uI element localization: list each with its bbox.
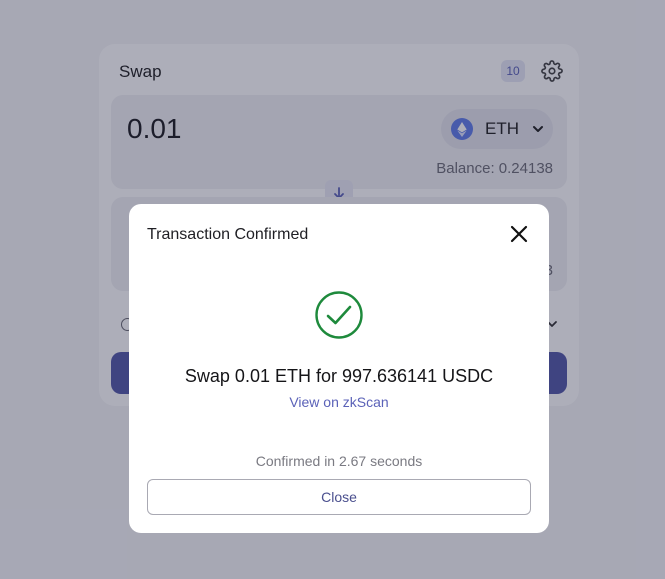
confirmed-time: Confirmed in 2.67 seconds — [255, 453, 423, 469]
close-icon[interactable] — [509, 224, 529, 244]
swap-summary: Swap 0.01 ETH for 997.636141 USDC — [184, 366, 494, 386]
modal-title: Transaction Confirmed — [147, 226, 309, 243]
transaction-confirmed-modal: Transaction Confirmed Swap 0.01 ETH for … — [129, 204, 549, 533]
success-check-icon — [315, 291, 363, 339]
close-button[interactable]: Close — [147, 479, 531, 515]
view-on-zkscan-link[interactable]: View on zkScan — [129, 394, 549, 410]
